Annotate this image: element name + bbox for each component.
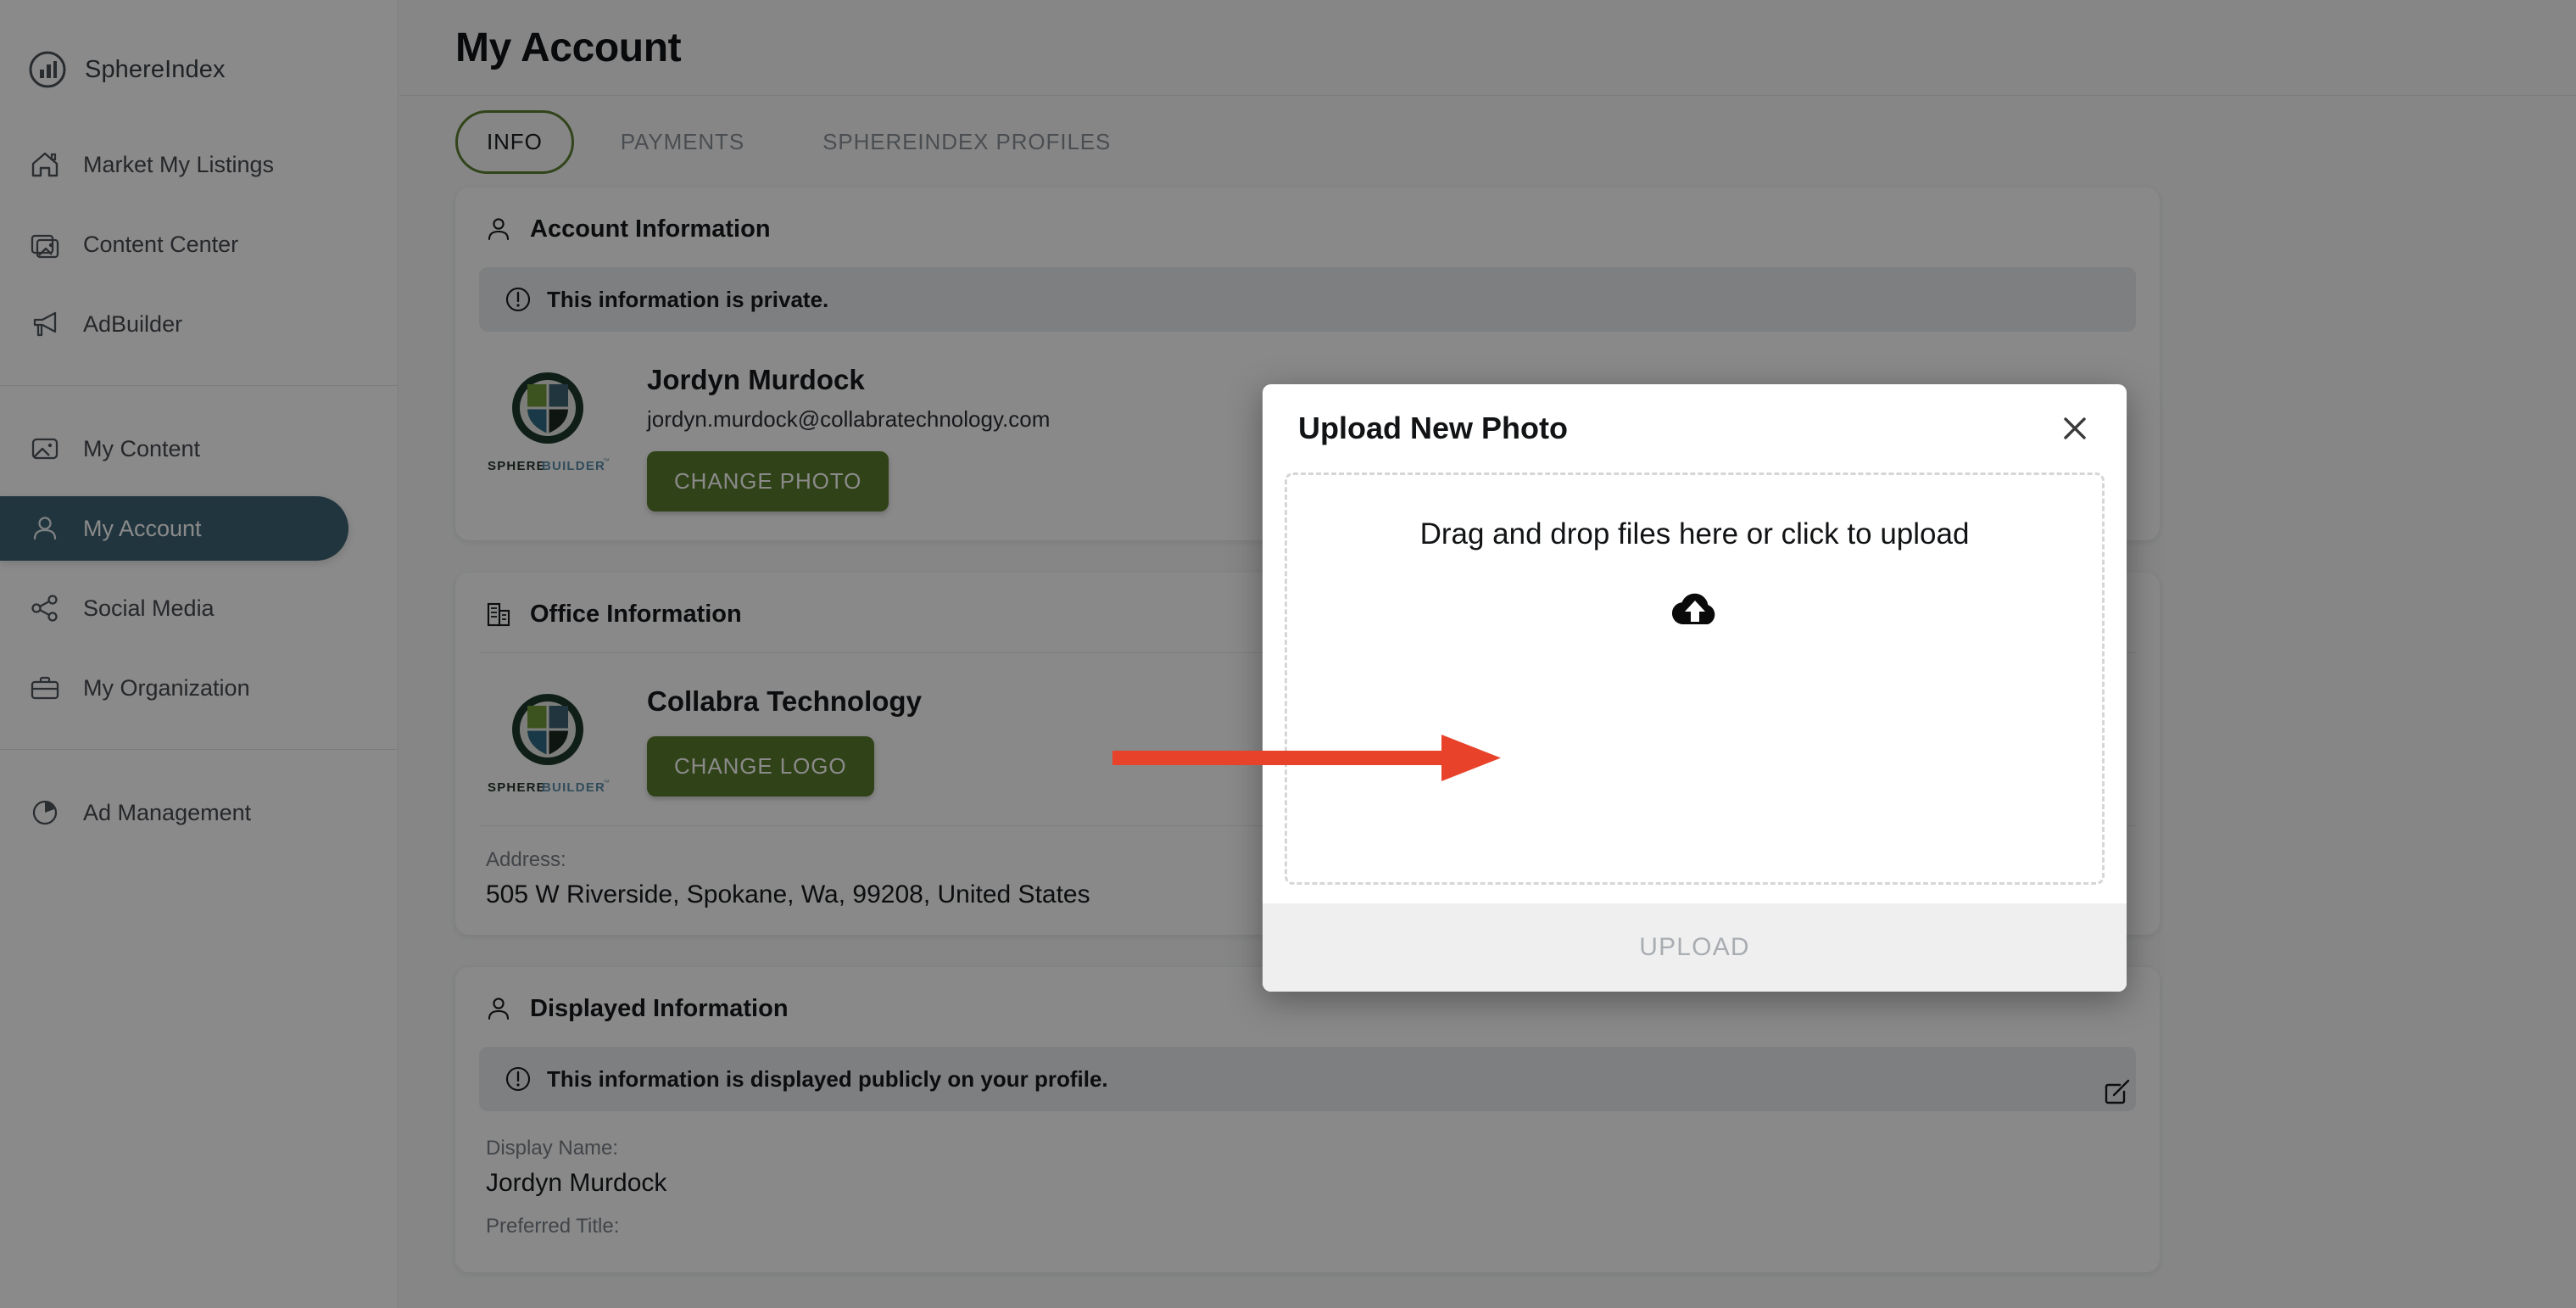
modal-body: Drag and drop files here or click to upl… bbox=[1263, 472, 2127, 903]
upload-dropzone[interactable]: Drag and drop files here or click to upl… bbox=[1285, 472, 2105, 885]
upload-photo-modal: Upload New Photo Drag and drop files her… bbox=[1263, 384, 2127, 992]
upload-button[interactable]: UPLOAD bbox=[1639, 933, 1750, 962]
screen-root: SphereIndex Market My Listings Content C… bbox=[0, 0, 2576, 1308]
cloud-upload-icon bbox=[1671, 593, 1715, 624]
dropzone-text: Drag and drop files here or click to upl… bbox=[1419, 517, 1970, 551]
modal-title: Upload New Photo bbox=[1298, 411, 1568, 445]
modal-header: Upload New Photo bbox=[1263, 384, 2127, 472]
close-button[interactable] bbox=[2052, 405, 2098, 451]
modal-footer: UPLOAD bbox=[1263, 903, 2127, 992]
close-icon bbox=[2064, 417, 2086, 439]
